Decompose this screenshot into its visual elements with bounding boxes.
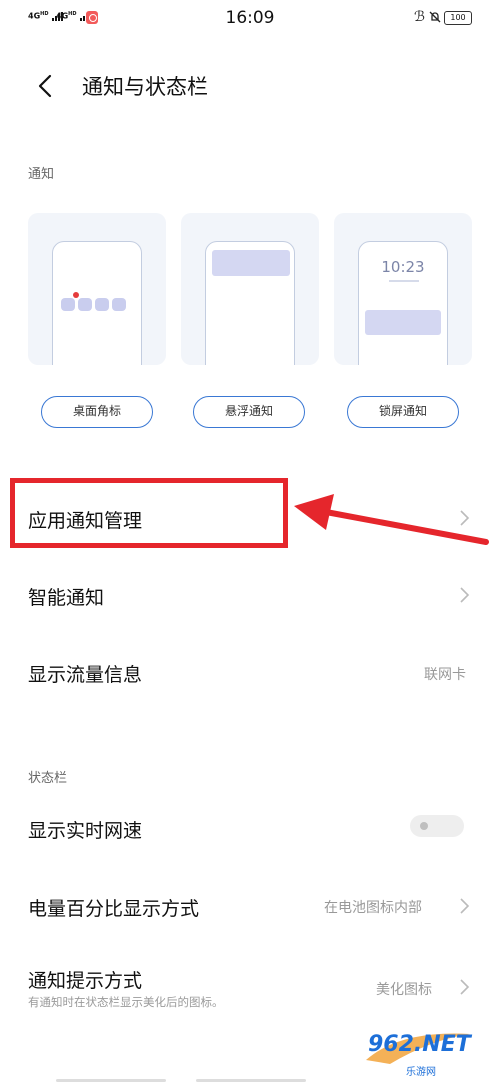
phone-frame [52, 241, 142, 365]
bluetooth-icon: ℬ [414, 9, 426, 25]
floating-preview-card[interactable] [181, 213, 319, 365]
mute-icon [429, 11, 441, 23]
phone-frame: 10:23 [358, 241, 448, 365]
toggle-knob [420, 822, 428, 830]
lock-notification-banner [365, 310, 441, 335]
floating-button[interactable]: 悬浮通知 [193, 396, 305, 428]
app-icons-row [61, 296, 129, 315]
red-arrow-icon [294, 494, 489, 545]
phone-frame [205, 241, 295, 365]
row-label: 显示实时网速 [28, 820, 143, 842]
back-arrow-icon[interactable] [34, 72, 56, 100]
row-show-traffic-info[interactable]: 显示流量信息 联网卡 [0, 640, 500, 704]
row-battery-percent-style[interactable]: 电量百分比显示方式 在电池图标内部 [0, 872, 500, 936]
badge-preview-card[interactable] [28, 213, 166, 365]
badge-dot [73, 292, 79, 298]
row-label: 智能通知 [28, 587, 105, 609]
highlight-box [10, 478, 288, 548]
lock-time: 10:23 [381, 258, 425, 276]
chevron-right-icon [460, 979, 470, 995]
row-notification-style[interactable]: 通知提示方式 有通知时在状态栏显示美化后的图标。 美化图标 [0, 950, 500, 1020]
realtime-speed-toggle[interactable] [410, 815, 464, 837]
row-subtitle: 有通知时在状态栏显示美化后的图标。 [28, 995, 224, 1009]
row-label: 电量百分比显示方式 [28, 898, 200, 920]
lock-date-line [389, 280, 419, 282]
page-title: 通知与状态栏 [82, 75, 208, 99]
nav-indicator [196, 1079, 306, 1082]
row-value: 在电池图标内部 [324, 900, 422, 916]
nav-indicator [56, 1079, 166, 1082]
battery-icon: 100 [444, 11, 472, 25]
floating-banner [212, 250, 290, 276]
badge-button[interactable]: 桌面角标 [41, 396, 153, 428]
chevron-right-icon [460, 898, 470, 914]
row-label: 通知提示方式 [28, 970, 143, 992]
section-label-statusbar: 状态栏 [28, 771, 68, 786]
lockscreen-button[interactable]: 锁屏通知 [347, 396, 459, 428]
row-value: 联网卡 [424, 667, 466, 683]
row-smart-notification[interactable]: 智能通知 [0, 563, 500, 627]
section-label-notification: 通知 [28, 167, 55, 182]
status-bar: 4GHD 4GHD 16:09 ℬ 100 [0, 0, 500, 40]
watermark-text: 962.NET [368, 1032, 471, 1057]
row-label: 显示流量信息 [28, 664, 143, 686]
watermark-subtext: 乐游网 [406, 1067, 436, 1078]
row-value: 美化图标 [376, 982, 432, 998]
battery-level: 100 [450, 13, 466, 22]
lockscreen-preview-card[interactable]: 10:23 [334, 213, 472, 365]
chevron-right-icon [460, 587, 470, 603]
